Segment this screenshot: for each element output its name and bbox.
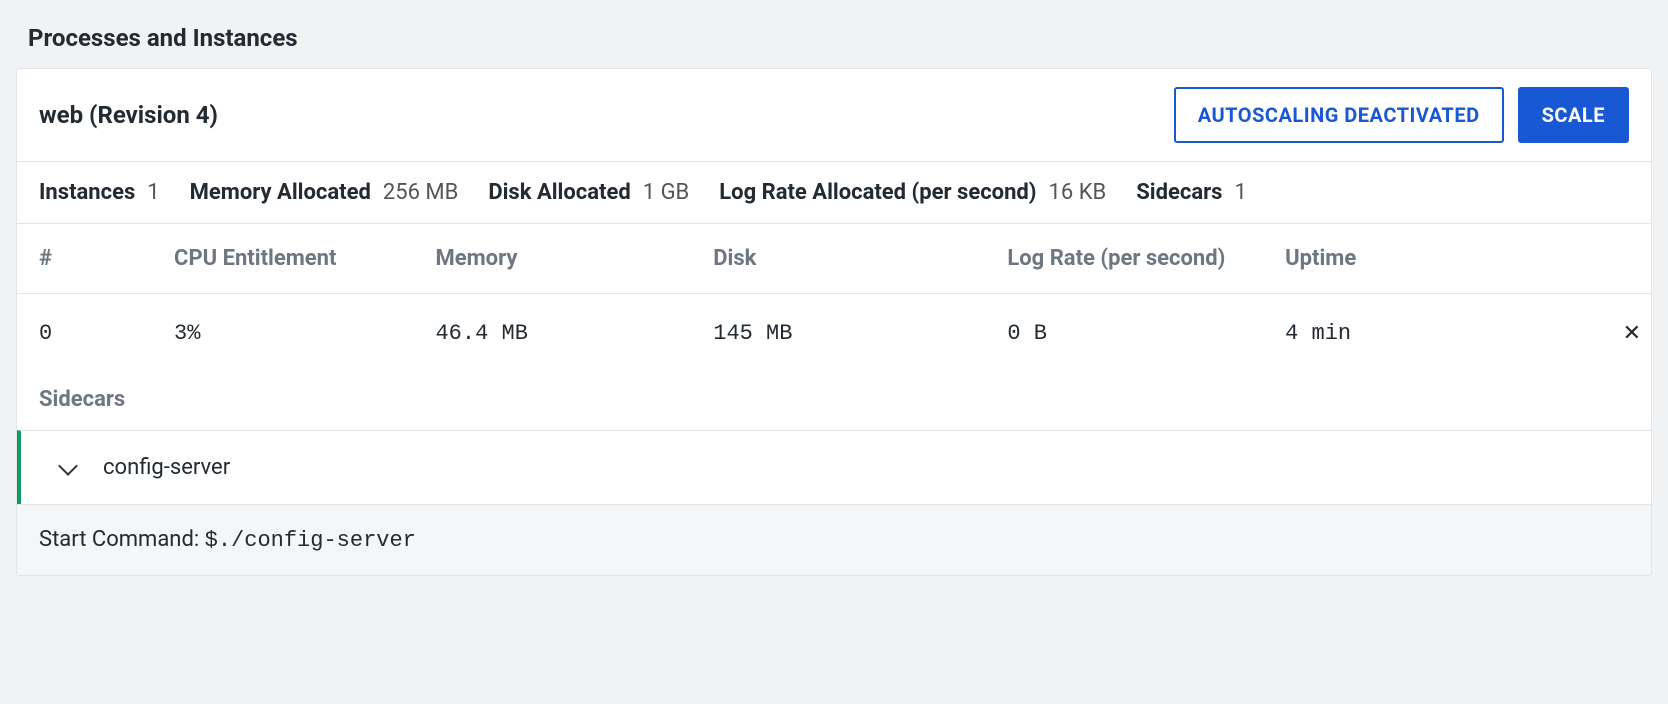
cell-cpu: 3%	[164, 294, 425, 374]
instances-table: # CPU Entitlement Memory Disk Log Rate (…	[17, 224, 1651, 373]
cell-disk: 145 MB	[703, 294, 997, 374]
close-icon: ✕	[1623, 320, 1641, 345]
summary-value: 1	[147, 180, 159, 205]
summary-lograte: Log Rate Allocated (per second) 16 KB	[719, 180, 1106, 205]
cell-memory: 46.4 MB	[425, 294, 703, 374]
sidecar-row[interactable]: config-server	[17, 430, 1651, 504]
scale-button[interactable]: SCALE	[1518, 87, 1629, 143]
cell-index: 0	[17, 294, 164, 374]
col-uptime: Uptime	[1275, 224, 1520, 294]
summary-memory: Memory Allocated 256 MB	[190, 180, 459, 205]
summary-value: 256 MB	[383, 180, 458, 205]
summary-label: Log Rate Allocated (per second)	[719, 180, 1036, 205]
summary-label: Disk Allocated	[488, 180, 630, 205]
table-row: 0 3% 46.4 MB 145 MB 0 B 4 min ✕	[17, 294, 1651, 374]
panel-header: web (Revision 4) AUTOSCALING DEACTIVATED…	[17, 69, 1651, 162]
col-lograte: Log Rate (per second)	[997, 224, 1275, 294]
summary-sidecars: Sidecars 1	[1136, 180, 1247, 205]
row-close-button[interactable]: ✕	[1520, 294, 1651, 374]
cell-lograte: 0 B	[997, 294, 1275, 374]
start-command-value: $./config-server	[205, 528, 416, 553]
summary-instances: Instances 1	[39, 180, 160, 205]
start-command-label: Start Command:	[39, 527, 205, 552]
summary-label: Sidecars	[1136, 180, 1222, 205]
summary-row: Instances 1 Memory Allocated 256 MB Disk…	[17, 162, 1651, 224]
col-index: #	[17, 224, 164, 294]
process-title: web (Revision 4)	[39, 101, 218, 129]
summary-value: 1	[1234, 180, 1246, 205]
sidecar-name: config-server	[103, 455, 230, 480]
col-actions	[1520, 224, 1651, 294]
cell-uptime: 4 min	[1275, 294, 1520, 374]
chevron-down-icon	[58, 456, 78, 476]
sidecars-heading: Sidecars	[17, 373, 1651, 430]
summary-label: Memory Allocated	[190, 180, 371, 205]
summary-value: 16 KB	[1049, 180, 1107, 205]
start-command-row: Start Command: $./config-server	[17, 504, 1651, 575]
col-disk: Disk	[703, 224, 997, 294]
col-cpu: CPU Entitlement	[164, 224, 425, 294]
section-title: Processes and Instances	[28, 24, 1652, 52]
autoscaling-button[interactable]: AUTOSCALING DEACTIVATED	[1174, 87, 1504, 143]
processes-panel: web (Revision 4) AUTOSCALING DEACTIVATED…	[16, 68, 1652, 576]
summary-disk: Disk Allocated 1 GB	[488, 180, 689, 205]
summary-value: 1 GB	[643, 180, 690, 205]
summary-label: Instances	[39, 180, 135, 205]
header-actions: AUTOSCALING DEACTIVATED SCALE	[1174, 87, 1629, 143]
col-memory: Memory	[425, 224, 703, 294]
